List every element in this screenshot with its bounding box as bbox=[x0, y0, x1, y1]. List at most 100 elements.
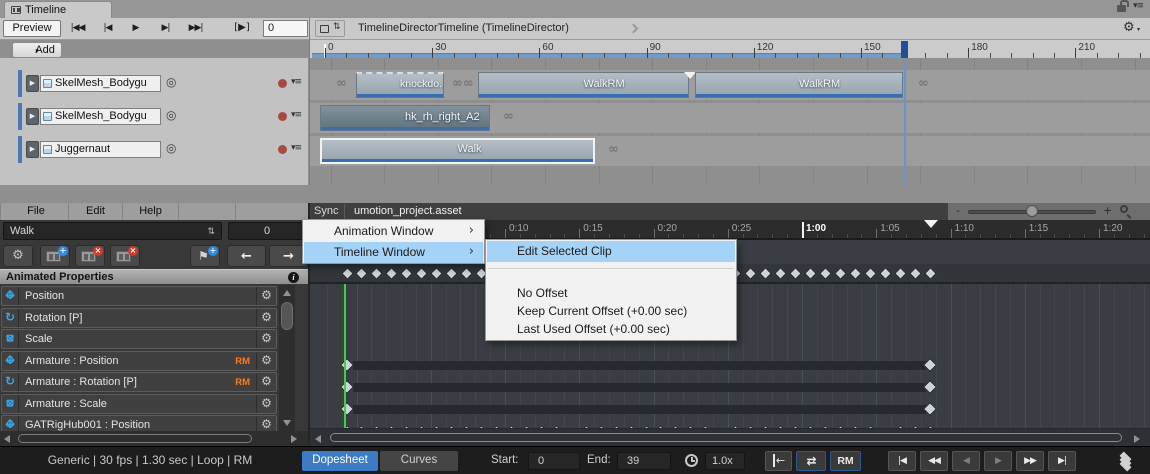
timeline-frame-field[interactable]: 0 bbox=[263, 20, 308, 37]
property-gear-icon[interactable]: ⚙ bbox=[256, 352, 276, 370]
prev-keyframe-button[interactable]: ← bbox=[227, 245, 266, 267]
playback-button-4[interactable]: ▶▶ bbox=[1016, 451, 1044, 471]
property-row-5[interactable]: ↔↔Armature : Scale⚙ bbox=[1, 394, 277, 414]
clip-end-marker-icon[interactable] bbox=[924, 220, 938, 228]
clip-hk-rh-right[interactable]: hk_rh_right_A2 bbox=[320, 105, 490, 131]
property-gear-icon[interactable]: ⚙ bbox=[256, 287, 276, 305]
submenu-item-1[interactable]: No Offset bbox=[487, 285, 735, 303]
submenu-item-0[interactable]: Edit Selected Clip bbox=[487, 241, 735, 262]
clip-editor-frame-field[interactable]: 0 bbox=[228, 222, 306, 240]
scroll-right-icon[interactable] bbox=[1134, 435, 1140, 443]
submenu-item-3[interactable]: Last Used Offset (+0.00 sec) bbox=[487, 321, 735, 339]
track-object-field[interactable]: Juggernaut bbox=[40, 141, 161, 158]
layers-button[interactable] bbox=[1112, 451, 1140, 471]
zoom-slider-thumb[interactable] bbox=[1026, 205, 1038, 217]
horizontal-scroll-thumb[interactable] bbox=[18, 434, 252, 443]
scroll-left-icon[interactable] bbox=[4, 435, 10, 443]
property-gear-icon[interactable]: ⚙ bbox=[256, 330, 276, 348]
menu-edit[interactable]: Edit bbox=[69, 203, 123, 220]
playback-button-5[interactable]: ▶| bbox=[1048, 451, 1076, 471]
lock-icon[interactable] bbox=[1117, 5, 1126, 12]
menu-file[interactable]: File bbox=[4, 203, 69, 220]
scroll-down-icon[interactable] bbox=[283, 420, 291, 426]
property-gear-icon[interactable]: ⚙ bbox=[256, 373, 276, 391]
breadcrumb[interactable]: TimelineDirectorTimeline (TimelineDirect… bbox=[358, 22, 569, 34]
property-row-6[interactable]: ↔↕GATRigHub001 : Position⚙ bbox=[1, 415, 277, 431]
menu-item-label: Keep Current Offset (+0.00 sec) bbox=[517, 304, 687, 318]
property-gear-icon[interactable]: ⚙ bbox=[256, 309, 276, 327]
playback-button-3[interactable]: ▶ bbox=[984, 451, 1012, 471]
track-expand-button[interactable]: ▶ bbox=[26, 141, 39, 158]
properties-horizontal-scrollbar[interactable] bbox=[0, 431, 308, 446]
vertical-scroll-thumb[interactable] bbox=[281, 302, 293, 330]
sync-button[interactable]: Sync bbox=[314, 205, 338, 217]
playback-button-1[interactable]: ◀◀ bbox=[920, 451, 948, 471]
delete-clip-button[interactable]: × bbox=[75, 245, 105, 267]
search-icon[interactable] bbox=[1120, 205, 1128, 213]
track-menu-icon[interactable]: ▾≡ bbox=[291, 110, 301, 120]
dopesheet-horizontal-scrollbar[interactable] bbox=[310, 428, 1150, 446]
clip-walk-selected[interactable]: Walk bbox=[320, 138, 595, 164]
track-menu-icon[interactable]: ▾≡ bbox=[291, 77, 301, 87]
clip-select-dropdown[interactable]: Walk ⇅ bbox=[3, 222, 222, 240]
track-target-icon[interactable]: ◎ bbox=[166, 141, 176, 155]
zoom-in-icon[interactable]: + bbox=[1103, 204, 1112, 217]
zoom-out-icon[interactable]: - bbox=[956, 204, 960, 217]
property-gear-icon[interactable]: ⚙ bbox=[256, 395, 276, 413]
play-range-button[interactable]: [▶] bbox=[226, 20, 258, 36]
add-pose-button[interactable]: ⚑ + bbox=[190, 245, 220, 267]
context-menu-item-1[interactable]: Timeline Window› bbox=[304, 242, 483, 263]
track-target-icon[interactable]: ◎ bbox=[166, 75, 176, 89]
context-menu-item-0[interactable]: Animation Window› bbox=[304, 221, 483, 242]
timeline-asset-selector-button[interactable]: ⇅ bbox=[315, 20, 345, 37]
scroll-right-icon[interactable] bbox=[291, 435, 297, 443]
add-clip-button[interactable]: + bbox=[40, 245, 70, 267]
property-row-1[interactable]: ↻Rotation [P]⚙ bbox=[1, 308, 277, 328]
clip-blue-edge bbox=[321, 127, 489, 130]
add-track-button[interactable]: Add ▾ bbox=[12, 42, 62, 58]
record-dot-icon[interactable] bbox=[278, 79, 287, 88]
dopesheet-scroll-thumb[interactable] bbox=[330, 433, 1122, 442]
property-row-0[interactable]: ↔↕Position⚙ bbox=[1, 286, 277, 306]
submenu-item-2[interactable]: Keep Current Offset (+0.00 sec) bbox=[487, 303, 735, 321]
property-row-2[interactable]: ↔↔Scale⚙ bbox=[1, 329, 277, 349]
playhead-line[interactable] bbox=[344, 284, 346, 440]
timeline-settings-button[interactable]: ⚙ ▾ bbox=[1122, 20, 1146, 38]
properties-vertical-scrollbar[interactable] bbox=[279, 285, 295, 431]
ruler-time-label: 1:20 bbox=[1103, 223, 1122, 234]
ruler-label: 0 bbox=[328, 42, 334, 53]
track-expand-button[interactable]: ▶ bbox=[26, 108, 39, 125]
track-object-field[interactable]: SkelMesh_Bodygu bbox=[40, 75, 161, 92]
clip-walkrm-1[interactable]: WalkRM bbox=[478, 72, 689, 98]
property-row-4[interactable]: ↻Armature : Rotation [P]RM⚙ bbox=[1, 372, 277, 392]
settings-button[interactable]: ⚙ bbox=[3, 245, 33, 267]
transport-button-0[interactable]: |◀◀ bbox=[64, 20, 91, 36]
window-menu-icon[interactable]: ▾≡ bbox=[1133, 1, 1143, 11]
transport-button-1[interactable]: |◀ bbox=[94, 20, 121, 36]
track-menu-icon[interactable]: ▾≡ bbox=[291, 143, 301, 153]
scroll-up-icon[interactable] bbox=[283, 290, 291, 296]
track-object-field[interactable]: SkelMesh_Bodygu bbox=[40, 108, 161, 125]
property-row-3[interactable]: ↔↕Armature : PositionRM⚙ bbox=[1, 351, 277, 371]
info-icon[interactable]: i bbox=[288, 272, 299, 283]
clip-walkrm-2[interactable]: WalkRM bbox=[695, 72, 903, 98]
property-gear-icon[interactable]: ⚙ bbox=[256, 416, 276, 431]
track-expand-button[interactable]: ▶ bbox=[26, 75, 39, 92]
timeline-clip-area[interactable]: knockdo... WalkRM WalkRM hk_rh_right_A2 … bbox=[310, 58, 1150, 185]
menu-help[interactable]: Help bbox=[123, 203, 179, 220]
record-dot-icon[interactable] bbox=[278, 145, 287, 154]
record-dot-icon[interactable] bbox=[278, 112, 287, 121]
menu-item-label: No Offset bbox=[517, 286, 567, 300]
timeline-ruler[interactable]: 0306090120150180210 bbox=[310, 40, 1150, 58]
clip-knockdown[interactable]: knockdo... bbox=[356, 72, 444, 98]
tab-timeline[interactable]: Timeline bbox=[4, 1, 112, 18]
clear-clip-button[interactable]: × bbox=[110, 245, 140, 267]
playback-button-0[interactable]: |◀ bbox=[888, 451, 916, 471]
scroll-left-icon[interactable] bbox=[315, 435, 321, 443]
track-object-name: SkelMesh_Bodygu bbox=[55, 76, 147, 91]
track-target-icon[interactable]: ◎ bbox=[166, 108, 176, 122]
transport-button-4[interactable]: ▶▶| bbox=[182, 20, 209, 36]
transport-button-3[interactable]: ▶| bbox=[152, 20, 179, 36]
transport-button-2[interactable]: ▶ bbox=[122, 20, 149, 36]
playback-button-2[interactable]: ◀ bbox=[952, 451, 980, 471]
